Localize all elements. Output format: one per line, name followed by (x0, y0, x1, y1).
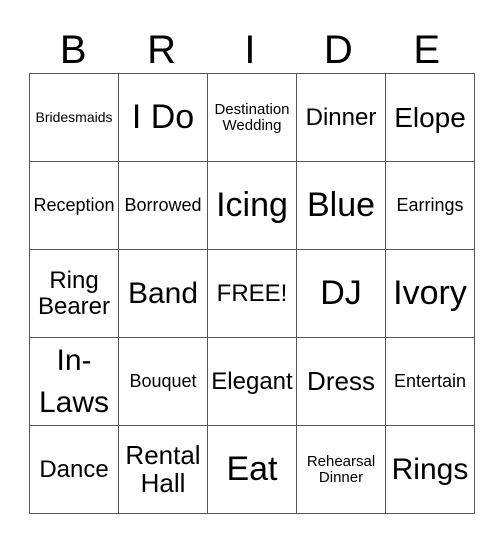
bingo-cell[interactable]: Rehearsal Dinner (296, 425, 386, 514)
bingo-grid: Bridesmaids I Do Destination Wedding Din… (29, 73, 475, 514)
grid-row: Reception Borrowed Icing Blue Earrings (29, 161, 475, 250)
bingo-cell[interactable]: Rings (385, 425, 475, 514)
bingo-cell[interactable]: Dinner (296, 73, 386, 162)
bingo-cell[interactable]: Rental Hall (118, 425, 208, 514)
bingo-cell[interactable]: Bouquet (118, 337, 208, 426)
header-letter-b: B (59, 28, 87, 72)
bingo-cell[interactable]: Elegant (207, 337, 297, 426)
grid-row: In-Laws Bouquet Elegant Dress Entertain (29, 337, 475, 426)
free-space[interactable]: FREE! (207, 249, 297, 338)
bingo-header: B R I D E (29, 28, 471, 73)
bingo-cell[interactable]: Ring Bearer (29, 249, 119, 338)
header-letter-i: I (244, 28, 256, 72)
bingo-cell[interactable]: Entertain (385, 337, 475, 426)
bingo-cell[interactable]: Eat (207, 425, 297, 514)
bingo-cell[interactable]: DJ (296, 249, 386, 338)
bingo-cell[interactable]: I Do (118, 73, 208, 162)
bingo-cell[interactable]: Borrowed (118, 161, 208, 250)
grid-row: Ring Bearer Band FREE! DJ Ivory (29, 249, 475, 338)
bingo-cell[interactable]: Dance (29, 425, 119, 514)
header-letter-d: D (323, 28, 353, 72)
bingo-cell[interactable]: Bridesmaids (29, 73, 119, 162)
header-letter-r: R (147, 28, 177, 72)
bingo-cell[interactable]: Earrings (385, 161, 475, 250)
grid-row: Bridesmaids I Do Destination Wedding Din… (29, 73, 475, 162)
bingo-cell[interactable]: Reception (29, 161, 119, 250)
bingo-cell[interactable]: Icing (207, 161, 297, 250)
grid-row: Dance Rental Hall Eat Rehearsal Dinner R… (29, 425, 475, 514)
bingo-cell[interactable]: Band (118, 249, 208, 338)
bingo-cell[interactable]: Destination Wedding (207, 73, 297, 162)
bingo-cell[interactable]: Blue (296, 161, 386, 250)
bingo-cell[interactable]: Elope (385, 73, 475, 162)
header-letter-e: E (413, 28, 441, 72)
bingo-cell[interactable]: Ivory (385, 249, 475, 338)
bingo-cell[interactable]: In-Laws (29, 337, 119, 426)
bingo-cell[interactable]: Dress (296, 337, 386, 426)
